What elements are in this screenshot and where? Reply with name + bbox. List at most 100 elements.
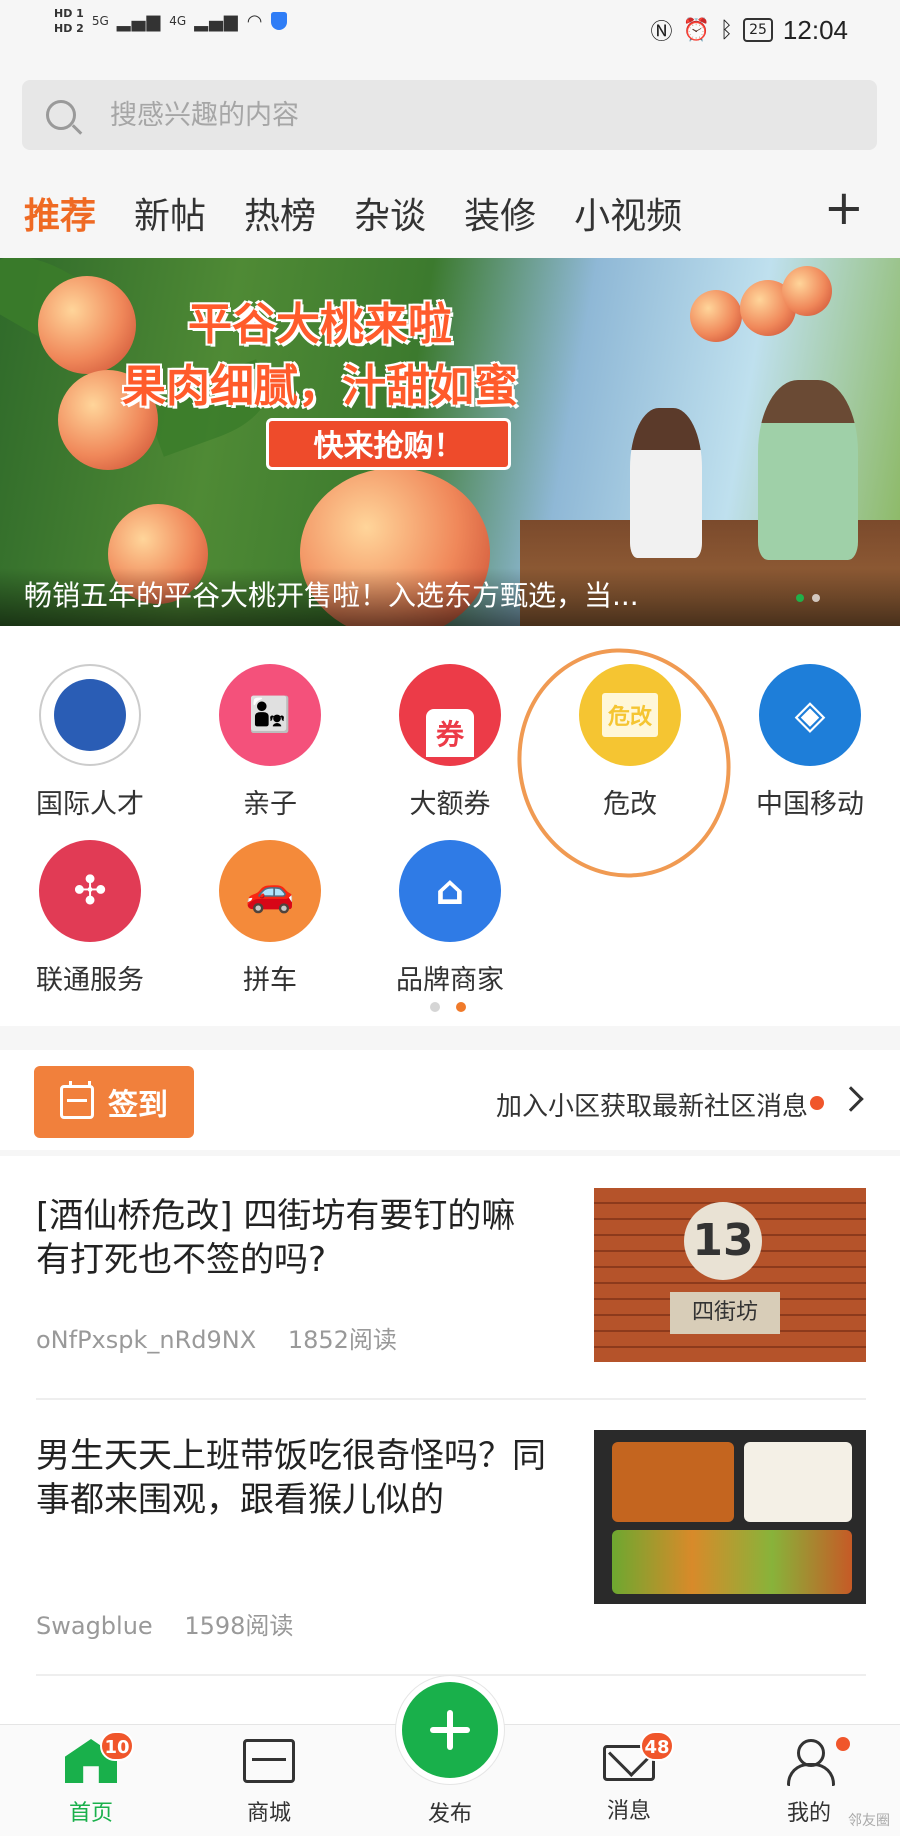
grid-label: 大额券 xyxy=(409,789,491,820)
add-tab-icon[interactable]: + xyxy=(824,178,864,238)
post-feed: [酒仙桥危改] 四街坊有要钉的嘛 有打死也不签的吗? oNfPxspk_nRd9… xyxy=(0,1156,900,1726)
tab-new-posts[interactable]: 新帖 xyxy=(134,187,206,239)
post-title[interactable]: [酒仙桥危改] 四街坊有要钉的嘛 有打死也不签的吗? xyxy=(36,1194,556,1282)
post-read-count: 1598阅读 xyxy=(184,1612,294,1640)
peach-image xyxy=(782,266,832,316)
post-meta: Swagblue 1598阅读 xyxy=(36,1606,317,1641)
clock: 12:04 xyxy=(782,14,848,45)
banner-pagination xyxy=(796,594,820,602)
alarm-icon: ⏰ xyxy=(682,17,710,43)
divider xyxy=(36,1398,866,1400)
grid-item-unicom[interactable]: ✣ 联通服务 xyxy=(0,840,180,997)
store-icon: ⌂ xyxy=(399,840,501,942)
search-bar[interactable] xyxy=(22,80,877,150)
nav-messages-label: 消息 xyxy=(606,1799,651,1824)
grid-label: 拼车 xyxy=(243,965,297,996)
food-image xyxy=(612,1442,734,1522)
shield-icon xyxy=(271,12,288,30)
network-5g-label: 5G xyxy=(91,14,109,28)
grid-label: 亲子 xyxy=(243,789,297,820)
battery-icon: 25 xyxy=(743,18,773,42)
post-thumbnail[interactable] xyxy=(594,1430,866,1604)
category-tabs: 推荐 新帖 热榜 杂谈 装修 小视频 + xyxy=(0,178,900,248)
hd2-label: HD 2 xyxy=(54,22,84,35)
join-community-link[interactable]: 加入小区获取最新社区消息 xyxy=(496,1086,808,1123)
mall-icon xyxy=(243,1739,295,1783)
nav-mall-label: 商城 xyxy=(246,1801,291,1826)
thumbnail-sign: 13 xyxy=(684,1202,762,1280)
nav-mall[interactable]: 商城 xyxy=(214,1739,324,1827)
calendar-icon xyxy=(60,1081,94,1119)
post-title[interactable]: 男生天天上班带饭吃很奇怪吗？同事都来围观，跟看猴儿似的 xyxy=(36,1434,556,1522)
parent-child-icon: 👨‍👧 xyxy=(219,664,321,766)
grid-item-intl-talent[interactable]: 国际人才 xyxy=(0,664,180,821)
tab-short-video[interactable]: 小视频 xyxy=(574,187,682,239)
status-right: Ⓝ ⏰ ᛒ 25 12:04 xyxy=(650,14,848,46)
tab-renovation[interactable]: 装修 xyxy=(464,187,536,239)
tab-hot-list[interactable]: 热榜 xyxy=(244,187,316,239)
tab-recommend[interactable]: 推荐 xyxy=(24,187,96,239)
thumbnail-plaque: 四街坊 xyxy=(670,1292,780,1334)
grid-label: 中国移动 xyxy=(756,789,864,820)
publish-button[interactable] xyxy=(396,1676,504,1784)
post-thumbnail[interactable]: 13 四街坊 xyxy=(594,1188,866,1362)
page-dot xyxy=(430,1002,440,1012)
banner-buy-button[interactable]: 快来抢购！ xyxy=(266,418,511,470)
grid-pagination xyxy=(430,1002,466,1012)
post-author: Swagblue xyxy=(36,1612,153,1640)
wifi-icon: ◠ xyxy=(246,10,264,32)
post-meta: oNfPxspk_nRd9NX 1852阅读 xyxy=(36,1320,421,1355)
grid-label: 国际人才 xyxy=(36,789,144,820)
home-badge: 10 xyxy=(100,1731,134,1761)
me-notification-dot xyxy=(836,1737,850,1751)
car-icon: 🚗 xyxy=(219,840,321,942)
banner-subheadline: 果肉细腻，汁甜如蜜 xyxy=(122,361,518,412)
bluetooth-icon: ᛒ xyxy=(719,17,734,43)
grid-item-brand-store[interactable]: ⌂ 品牌商家 xyxy=(360,840,540,997)
grid-item-china-mobile[interactable]: ◈ 中国移动 xyxy=(720,664,900,821)
coupon-icon: 券 xyxy=(399,664,501,766)
search-icon xyxy=(46,100,76,130)
signal-icon: ▂▄▆ xyxy=(116,10,162,32)
tab-chat[interactable]: 杂谈 xyxy=(354,187,426,239)
talent-icon xyxy=(39,664,141,766)
post-read-count: 1852阅读 xyxy=(287,1326,397,1354)
checkin-button[interactable]: 签到 xyxy=(34,1066,194,1138)
china-mobile-icon: ◈ xyxy=(759,664,861,766)
grid-item-carpool[interactable]: 🚗 拼车 xyxy=(180,840,360,997)
hd-indicators: HD 1 HD 2 xyxy=(54,6,84,36)
messages-badge: 48 xyxy=(640,1731,674,1761)
signal-icon-2: ▂▄▆ xyxy=(194,10,239,32)
nfc-icon: Ⓝ xyxy=(650,20,673,45)
peach-image xyxy=(690,290,742,342)
banner-caption: 畅销五年的平谷大桃开售啦！入选东方甄选，当... xyxy=(24,579,639,612)
post-author: oNfPxspk_nRd9NX xyxy=(36,1326,257,1354)
watermark: 邻友圈 xyxy=(848,1813,890,1829)
food-image xyxy=(744,1442,852,1522)
grid-item-parent-child[interactable]: 👨‍👧 亲子 xyxy=(180,664,360,821)
service-grid: 国际人才 👨‍👧 亲子 券 大额券 危改 危改 ◈ 中国移动 ✣ 联通服务 🚗 … xyxy=(0,625,900,1026)
grid-item-coupon[interactable]: 券 大额券 xyxy=(360,664,540,821)
checkin-bar: 签到 加入小区获取最新社区消息 xyxy=(0,1050,900,1150)
person-image xyxy=(758,380,858,560)
promo-banner[interactable]: 平谷大桃来啦 果肉细腻，汁甜如蜜 快来抢购！ 畅销五年的平谷大桃开售啦！入选东方… xyxy=(0,258,900,626)
page-dot-active xyxy=(456,1002,466,1012)
banner-headline: 平谷大桃来啦 xyxy=(188,299,452,350)
grid-label: 联通服务 xyxy=(36,965,144,996)
person-image xyxy=(630,408,702,558)
status-bar: HD 1 HD 2 5G ▂▄▆ 4G ▂▄▆ ◠ Ⓝ ⏰ ᛒ 25 12:04 xyxy=(0,0,900,60)
notification-dot xyxy=(810,1096,824,1110)
food-image xyxy=(612,1530,852,1594)
network-4g-label: 4G xyxy=(169,14,187,28)
grid-label: 品牌商家 xyxy=(396,965,504,996)
nav-home-label: 首页 xyxy=(68,1801,113,1826)
hd1-label: HD 1 xyxy=(54,7,84,20)
page-dot xyxy=(812,594,820,602)
publish-label: 发布 xyxy=(427,1802,472,1827)
page-dot-active xyxy=(796,594,804,602)
user-icon xyxy=(783,1739,835,1786)
chevron-right-icon[interactable] xyxy=(838,1086,864,1112)
checkin-label: 签到 xyxy=(108,1088,168,1123)
search-input[interactable] xyxy=(110,99,810,131)
status-left: HD 1 HD 2 5G ▂▄▆ 4G ▂▄▆ ◠ xyxy=(54,6,288,36)
